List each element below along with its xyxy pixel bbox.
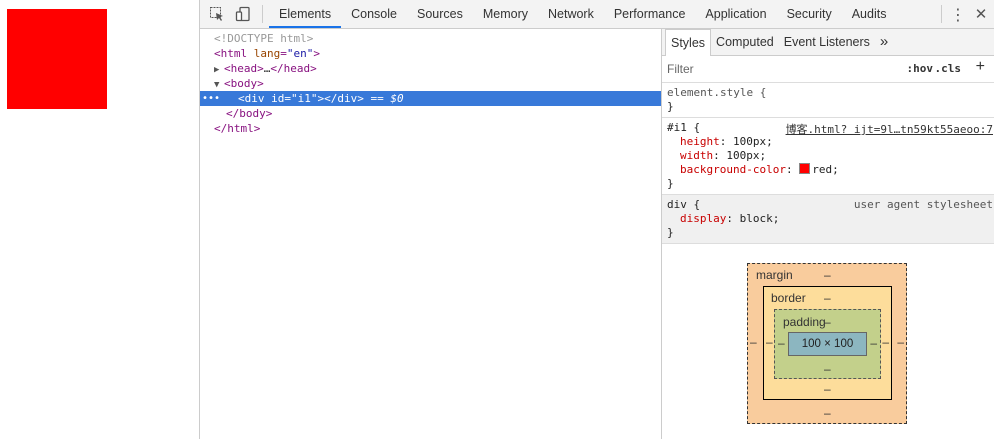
tab-application[interactable]: Application	[695, 0, 776, 28]
toolbar-divider-right	[941, 5, 942, 23]
doctype-text: <!DOCTYPE html>	[214, 32, 314, 45]
margin-right-value[interactable]: –	[897, 335, 904, 349]
box-model-content[interactable]: 100 × 100	[788, 332, 867, 356]
body-close-tag: </body>	[226, 107, 273, 120]
style-rules: element.style { } 博客.html? ijt=9l…tn59kt…	[662, 83, 994, 244]
rule-source-link[interactable]: 博客.html? ijt=9l…tn59kt55aeoo:7	[786, 121, 993, 137]
div-open-tag: <div	[238, 92, 265, 105]
padding-left-value[interactable]: –	[778, 336, 785, 350]
rule-close: }	[667, 177, 674, 190]
color-swatch[interactable]	[799, 163, 811, 174]
tab-performance[interactable]: Performance	[604, 0, 696, 28]
box-model-padding[interactable]: padding – – – – 100 × 100	[774, 309, 881, 379]
close-icon[interactable]: ✕	[968, 0, 994, 28]
html-tag: <html	[214, 47, 248, 60]
more-tabs-icon[interactable]: »	[875, 29, 893, 55]
ellipsis-menu-icon[interactable]: •••	[202, 91, 220, 106]
devtools-panel: Elements Console Sources Memory Network …	[200, 0, 994, 439]
dom-head[interactable]: ▶ <head>…</head>	[200, 61, 661, 76]
sidebar-tabs: Styles Computed Event Listeners »	[662, 29, 994, 56]
div-close-tag: ></div>	[317, 92, 364, 105]
dollar-zero-label: == $0	[363, 92, 404, 105]
rule-div-user-agent[interactable]: user agent stylesheet div { display: blo…	[662, 195, 994, 244]
tab-computed[interactable]: Computed	[711, 29, 779, 55]
padding-right-value[interactable]: –	[870, 336, 877, 350]
padding-bottom-value[interactable]: –	[824, 362, 831, 376]
user-agent-label: user agent stylesheet	[853, 198, 993, 211]
head-open-tag: <head>	[224, 62, 264, 75]
box-model-margin[interactable]: margin – – – – border – – – – padding – …	[747, 263, 907, 424]
hov-toggle[interactable]: :hov	[907, 62, 934, 75]
box-model-border[interactable]: border – – – – padding – – – – 100 × 100	[763, 286, 892, 400]
new-rule-icon[interactable]: +	[976, 58, 985, 76]
rule-close: }	[667, 100, 674, 113]
border-top-value[interactable]: –	[824, 291, 831, 305]
rule-close: }	[667, 226, 674, 239]
dom-tree: <!DOCTYPE html> <html lang="en"> ▶ <head>…	[200, 29, 661, 439]
dom-doctype[interactable]: <!DOCTYPE html>	[200, 31, 661, 46]
padding-top-value[interactable]: –	[824, 315, 831, 329]
tab-memory[interactable]: Memory	[473, 0, 538, 28]
border-left-value[interactable]: –	[766, 335, 773, 349]
padding-label: padding	[783, 315, 826, 329]
more-options-icon[interactable]: ⋮	[948, 0, 968, 28]
filter-input[interactable]: Filter	[667, 62, 694, 76]
prop-background-color[interactable]: background-color: red;	[667, 163, 994, 177]
tab-console[interactable]: Console	[341, 0, 407, 28]
rule-selector: element.style {	[667, 86, 767, 99]
html-lang-attr: lang	[253, 47, 281, 60]
tab-sources[interactable]: Sources	[407, 0, 473, 28]
dom-html-close[interactable]: </html>	[200, 121, 661, 136]
div-id-value: "i1"	[291, 92, 318, 105]
box-model-diagram: margin – – – – border – – – – padding – …	[662, 249, 994, 439]
head-close-tag: </head>	[270, 62, 317, 75]
margin-bottom-value[interactable]: –	[824, 406, 831, 420]
margin-label: margin	[756, 268, 793, 282]
element-picker-icon[interactable]	[208, 5, 226, 23]
prop-width[interactable]: width: 100px;	[667, 149, 994, 163]
tab-audits[interactable]: Audits	[842, 0, 897, 28]
styles-filter-bar: Filter :hov .cls +	[662, 56, 994, 83]
red-div-i1[interactable]	[7, 9, 107, 109]
tab-network[interactable]: Network	[538, 0, 604, 28]
cls-toggle[interactable]: .cls	[935, 62, 962, 75]
toolbar-divider	[262, 5, 263, 23]
body-open-tag: <body>	[224, 77, 264, 90]
tab-styles[interactable]: Styles	[665, 29, 712, 56]
dom-html-open[interactable]: <html lang="en">	[200, 46, 661, 61]
dom-div-i1-selected[interactable]: ••• <div id="i1"></div> == $0	[200, 91, 661, 106]
prop-display: display: block;	[680, 212, 780, 225]
tab-elements[interactable]: Elements	[269, 0, 342, 28]
rule-i1[interactable]: 博客.html? ijt=9l…tn59kt55aeoo:7 #i1 { hei…	[662, 118, 994, 195]
styles-sidebar: Styles Computed Event Listeners » Filter…	[661, 29, 994, 439]
margin-left-value[interactable]: –	[750, 335, 757, 349]
dom-body-open[interactable]: ▼ <body>	[200, 76, 661, 91]
html-open-close: >	[313, 47, 320, 60]
devtools-toolbar: Elements Console Sources Memory Network …	[200, 0, 994, 29]
html-close-tag: </html>	[214, 122, 261, 135]
tab-security[interactable]: Security	[777, 0, 842, 28]
prop-height[interactable]: height: 100px;	[667, 135, 994, 149]
tab-event-listeners[interactable]: Event Listeners	[779, 29, 875, 55]
border-label: border	[771, 291, 806, 305]
dom-body-close[interactable]: </body>	[200, 106, 661, 121]
device-toolbar-icon[interactable]	[234, 5, 252, 23]
rule-element-style[interactable]: element.style { }	[662, 83, 994, 118]
margin-top-value[interactable]: –	[824, 268, 831, 282]
div-id-attr: id	[271, 92, 285, 105]
page-viewport	[0, 0, 200, 439]
border-bottom-value[interactable]: –	[824, 382, 831, 396]
html-lang-value: "en"	[286, 47, 314, 60]
border-right-value[interactable]: –	[882, 335, 889, 349]
